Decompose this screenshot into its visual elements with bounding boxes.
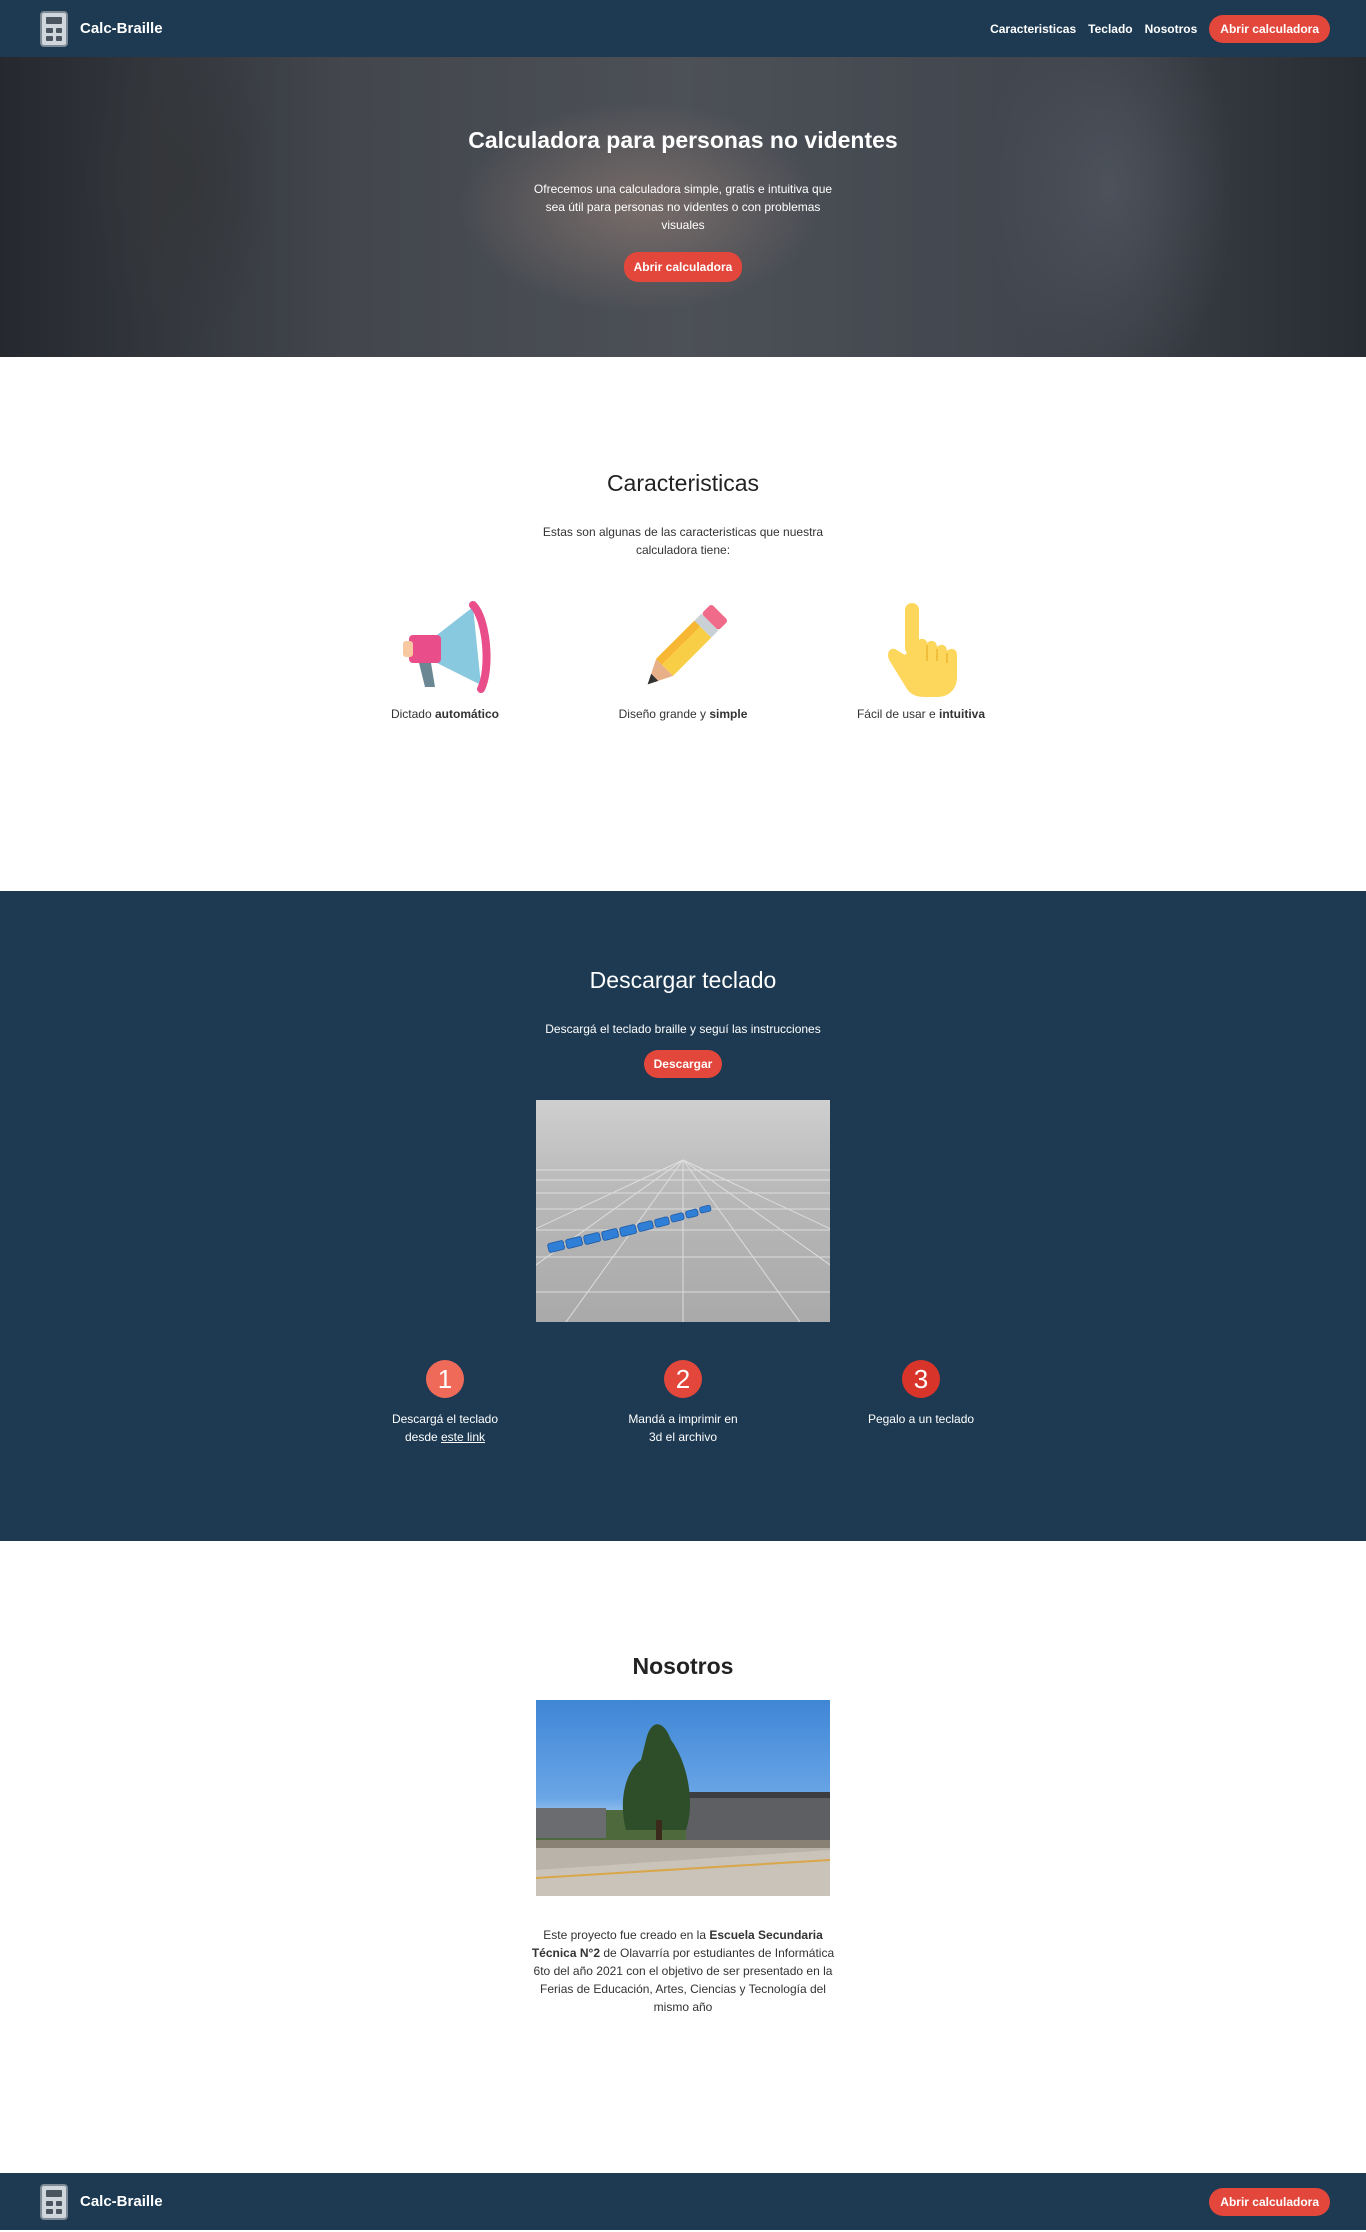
features-lead: Estas son algunas de las caracteristicas… <box>542 525 824 557</box>
step-number: 1 <box>426 1360 464 1398</box>
step-text: Mandá a imprimir en 3d el archivo <box>628 1412 738 1444</box>
step-text: Pegalo a un teclado <box>867 1412 975 1426</box>
brand-name: Calc-Braille <box>80 20 163 37</box>
about-section: Nosotros Este proyecto fue creado en la … <box>0 1541 1366 2173</box>
hero-text: Ofrecemos una calculadora simple, gratis… <box>533 182 833 232</box>
calculator-icon <box>40 10 68 47</box>
feature-item: Dictado automático <box>326 599 564 721</box>
step-item: 1 Descargá el teclado desde este link <box>326 1360 564 1446</box>
pointing-hand-icon <box>888 603 957 697</box>
feature-label: Dictado automático <box>390 707 500 721</box>
step-item: 2 Mandá a imprimir en 3d el archivo <box>564 1360 802 1446</box>
nav-link-teclado[interactable]: Teclado <box>1088 22 1132 36</box>
feature-label: Fácil de usar e intuitiva <box>856 707 986 721</box>
features-section: Caracteristicas Estas son algunas de las… <box>0 357 1366 891</box>
footer-brand[interactable]: Calc-Braille <box>40 2183 163 2220</box>
feature-item: Fácil de usar e intuitiva <box>802 599 1040 721</box>
footer: Calc-Braille Abrir calculadora <box>0 2173 1366 2230</box>
footer-brand-name: Calc-Braille <box>80 2193 163 2210</box>
download-link[interactable]: este link <box>441 1430 485 1444</box>
download-lead: Descargá el teclado braille y seguí las … <box>545 1022 821 1036</box>
school-photo <box>536 1700 830 1896</box>
navbar: Calc-Braille Caracteristicas Teclado Nos… <box>0 0 1366 57</box>
about-text: Este proyecto fue creado en la Escuela S… <box>531 1928 835 2014</box>
hero-open-calculator-button[interactable]: Abrir calculadora <box>623 252 743 282</box>
step-number: 2 <box>664 1360 702 1398</box>
brand-logo[interactable]: Calc-Braille <box>40 10 163 47</box>
step-text: Descargá el teclado desde este link <box>391 1412 499 1444</box>
calculator-icon <box>40 2183 68 2220</box>
download-button[interactable]: Descargar <box>643 1050 723 1078</box>
pencil-icon <box>647 604 728 685</box>
footer-open-calculator-button[interactable]: Abrir calculadora <box>1209 2187 1330 2216</box>
step-item: 3 Pegalo a un teclado <box>802 1360 1040 1446</box>
download-section: Descargar teclado Descargá el teclado br… <box>0 891 1366 1541</box>
step-number: 3 <box>902 1360 940 1398</box>
hero-section: Calculadora para personas no videntes Of… <box>0 57 1366 357</box>
keyboard-3d-render <box>536 1100 830 1322</box>
feature-label: Diseño grande y simple <box>618 707 748 721</box>
nav-link-nosotros[interactable]: Nosotros <box>1145 22 1198 36</box>
nav-links: Caracteristicas Teclado Nosotros Abrir c… <box>990 14 1330 43</box>
features-title: Caracteristicas <box>606 470 760 496</box>
about-title: Nosotros <box>632 1653 734 1679</box>
download-title: Descargar teclado <box>589 967 777 993</box>
nav-open-calculator-button[interactable]: Abrir calculadora <box>1209 14 1330 43</box>
megaphone-icon <box>403 601 491 693</box>
feature-item: Diseño grande y simple <box>564 599 802 721</box>
hero-title: Calculadora para personas no videntes <box>468 127 898 153</box>
nav-link-caracteristicas[interactable]: Caracteristicas <box>990 22 1076 36</box>
